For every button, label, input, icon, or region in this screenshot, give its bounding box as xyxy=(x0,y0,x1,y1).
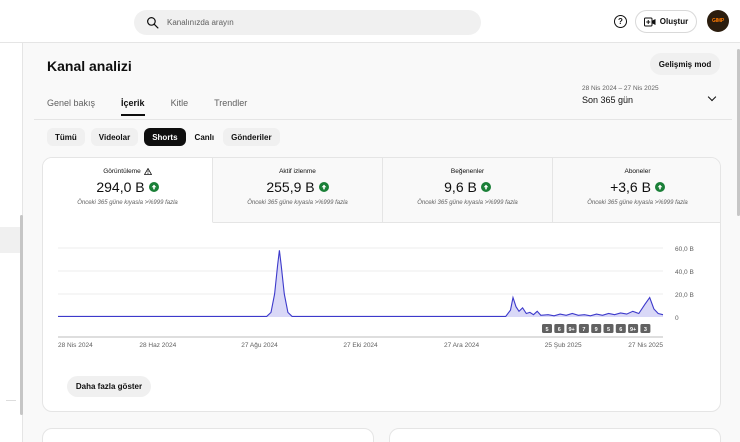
lower-card-left xyxy=(42,428,374,442)
metric-value-text: 255,9 B xyxy=(266,179,315,195)
advanced-mode-button[interactable]: Gelişmiş mod xyxy=(650,53,720,75)
chip-posts[interactable]: Gönderiler xyxy=(223,128,280,146)
x-tick-label: 27 Eki 2024 xyxy=(343,342,378,349)
upload-marker-count: 6 xyxy=(619,327,622,333)
upload-marker-count: 9+ xyxy=(568,327,574,333)
help-icon[interactable]: ? xyxy=(614,15,627,28)
show-more-button[interactable]: Daha fazla göster xyxy=(67,376,151,397)
metric-value-text: 294,0 B xyxy=(96,179,145,195)
arrow-up-icon xyxy=(480,182,491,192)
page-title: Kanal analizi xyxy=(47,58,132,74)
metric-comparison: Önceki 365 güne kıyasla >%999 fazla xyxy=(587,200,688,206)
metric-label-text: Görüntüleme xyxy=(103,168,141,175)
metric-label: Görüntüleme xyxy=(103,168,152,175)
x-tick-label: 27 Ara 2024 xyxy=(444,342,479,349)
lower-card-right xyxy=(389,428,721,442)
chevron-down-icon[interactable] xyxy=(707,92,717,102)
metric-subscribers[interactable]: Aboneler +3,6 B Önceki 365 güne kıyasla … xyxy=(553,158,720,223)
x-tick-label: 28 Nis 2024 xyxy=(58,342,93,349)
chip-all[interactable]: Tümü xyxy=(47,128,85,146)
metric-comparison: Önceki 365 güne kıyasla >%999 fazla xyxy=(247,200,348,206)
metric-views[interactable]: Görüntüleme 294,0 B Önceki 365 güne kıya… xyxy=(43,158,213,223)
metric-tabs: Görüntüleme 294,0 B Önceki 365 güne kıya… xyxy=(43,158,720,223)
search-input[interactable] xyxy=(167,18,447,27)
avatar[interactable]: GIMP xyxy=(707,10,729,32)
tab-overview[interactable]: Genel bakış xyxy=(47,98,95,116)
metric-value: 9,6 B xyxy=(444,179,491,195)
chip-videos[interactable]: Videolar xyxy=(90,128,139,146)
sidebar-active-item[interactable] xyxy=(0,227,20,253)
avatar-text: GIMP xyxy=(712,18,724,24)
upload-marker-count: 9+ xyxy=(630,327,636,333)
metric-value-text: 9,6 B xyxy=(444,179,477,195)
upload-marker-count: 5 xyxy=(607,327,610,333)
date-period-text: Son 365 gün xyxy=(582,95,634,105)
date-range-selector[interactable]: 28 Nis 2024 – 27 Nis 2025 Son 365 gün xyxy=(582,85,659,105)
sidebar-divider xyxy=(6,400,16,401)
x-tick-label: 27 Ağu 2024 xyxy=(241,342,278,349)
metric-watch-time[interactable]: Aktif izlenme 255,9 B Önceki 365 güne kı… xyxy=(213,158,383,223)
metric-label: Aboneler xyxy=(624,168,650,175)
metric-value: 294,0 B xyxy=(96,179,159,195)
upload-marker-count: 3 xyxy=(644,327,647,333)
y-tick-label: 20,0 B xyxy=(675,292,694,299)
sidebar-scrollbar[interactable] xyxy=(20,215,23,415)
sidebar xyxy=(0,43,23,442)
arrow-up-icon xyxy=(148,182,159,192)
upload-marker-count: 6 xyxy=(558,327,561,333)
metric-value: +3,6 B xyxy=(610,179,665,195)
metric-label-text: Aktif izlenme xyxy=(279,168,316,175)
y-tick-label: 40,0 B xyxy=(675,269,694,276)
content-type-chips: Tümü Videolar Shorts Canlı Gönderiler xyxy=(47,128,280,146)
create-button-label: Oluştur xyxy=(659,17,689,26)
views-chart: 60,0 B 40,0 B 20,0 B 0 5 6 9+ 7 9 5 6 9+ 3 28 Nis 202… xyxy=(58,246,694,349)
date-range-text: 28 Nis 2024 – 27 Nis 2025 xyxy=(582,85,659,92)
create-button[interactable]: Oluştur xyxy=(635,10,697,33)
arrow-up-icon xyxy=(318,182,329,192)
top-bar: ? Oluştur GIMP xyxy=(0,0,740,43)
metric-comparison: Önceki 365 güne kıyasla >%999 fazla xyxy=(417,200,518,206)
arrow-up-icon xyxy=(654,182,665,192)
metric-label-text: Aboneler xyxy=(624,168,651,175)
chip-shorts[interactable]: Shorts xyxy=(144,128,186,146)
warning-icon xyxy=(143,168,152,175)
metric-comparison: Önceki 365 güne kıyasla >%999 fazla xyxy=(77,200,178,206)
tab-audience[interactable]: Kitle xyxy=(171,98,189,116)
metric-label-text: Beğenenler xyxy=(450,168,485,175)
analytics-tabs: Genel bakış İçerik Kitle Trendler xyxy=(47,98,273,116)
chip-live[interactable]: Canlı xyxy=(192,128,218,146)
y-tick-label: 60,0 B xyxy=(675,246,694,253)
search-icon xyxy=(147,17,159,29)
upload-marker-count: 7 xyxy=(582,327,585,333)
chart-area xyxy=(58,250,663,317)
upload-marker-count: 5 xyxy=(545,327,548,333)
chart-line xyxy=(58,250,664,317)
y-tick-label: 0 xyxy=(675,315,679,322)
metric-value-text: +3,6 B xyxy=(610,179,651,195)
app-root: ? Oluştur GIMP Kanal analizi Gelişmiş mo… xyxy=(0,0,740,442)
x-tick-label: 28 Haz 2024 xyxy=(139,342,176,349)
metric-label: Beğenenler xyxy=(451,168,484,175)
header-divider xyxy=(34,119,732,120)
upload-marker-count: 9 xyxy=(595,327,598,333)
metric-value: 255,9 B xyxy=(266,179,329,195)
x-tick-label: 27 Nis 2025 xyxy=(628,342,663,349)
tab-content[interactable]: İçerik xyxy=(121,98,145,116)
metrics-card: Görüntüleme 294,0 B Önceki 365 güne kıya… xyxy=(42,157,721,412)
create-video-icon xyxy=(643,17,656,26)
search-box[interactable] xyxy=(134,10,481,35)
x-tick-label: 25 Şub 2025 xyxy=(545,342,582,349)
metric-likes[interactable]: Beğenenler 9,6 B Önceki 365 güne kıyasla… xyxy=(383,158,553,223)
tab-trends[interactable]: Trendler xyxy=(214,98,247,116)
main-content: Kanal analizi Gelişmiş mod Genel bakış İ… xyxy=(34,43,740,442)
metric-label: Aktif izlenme xyxy=(279,168,316,175)
